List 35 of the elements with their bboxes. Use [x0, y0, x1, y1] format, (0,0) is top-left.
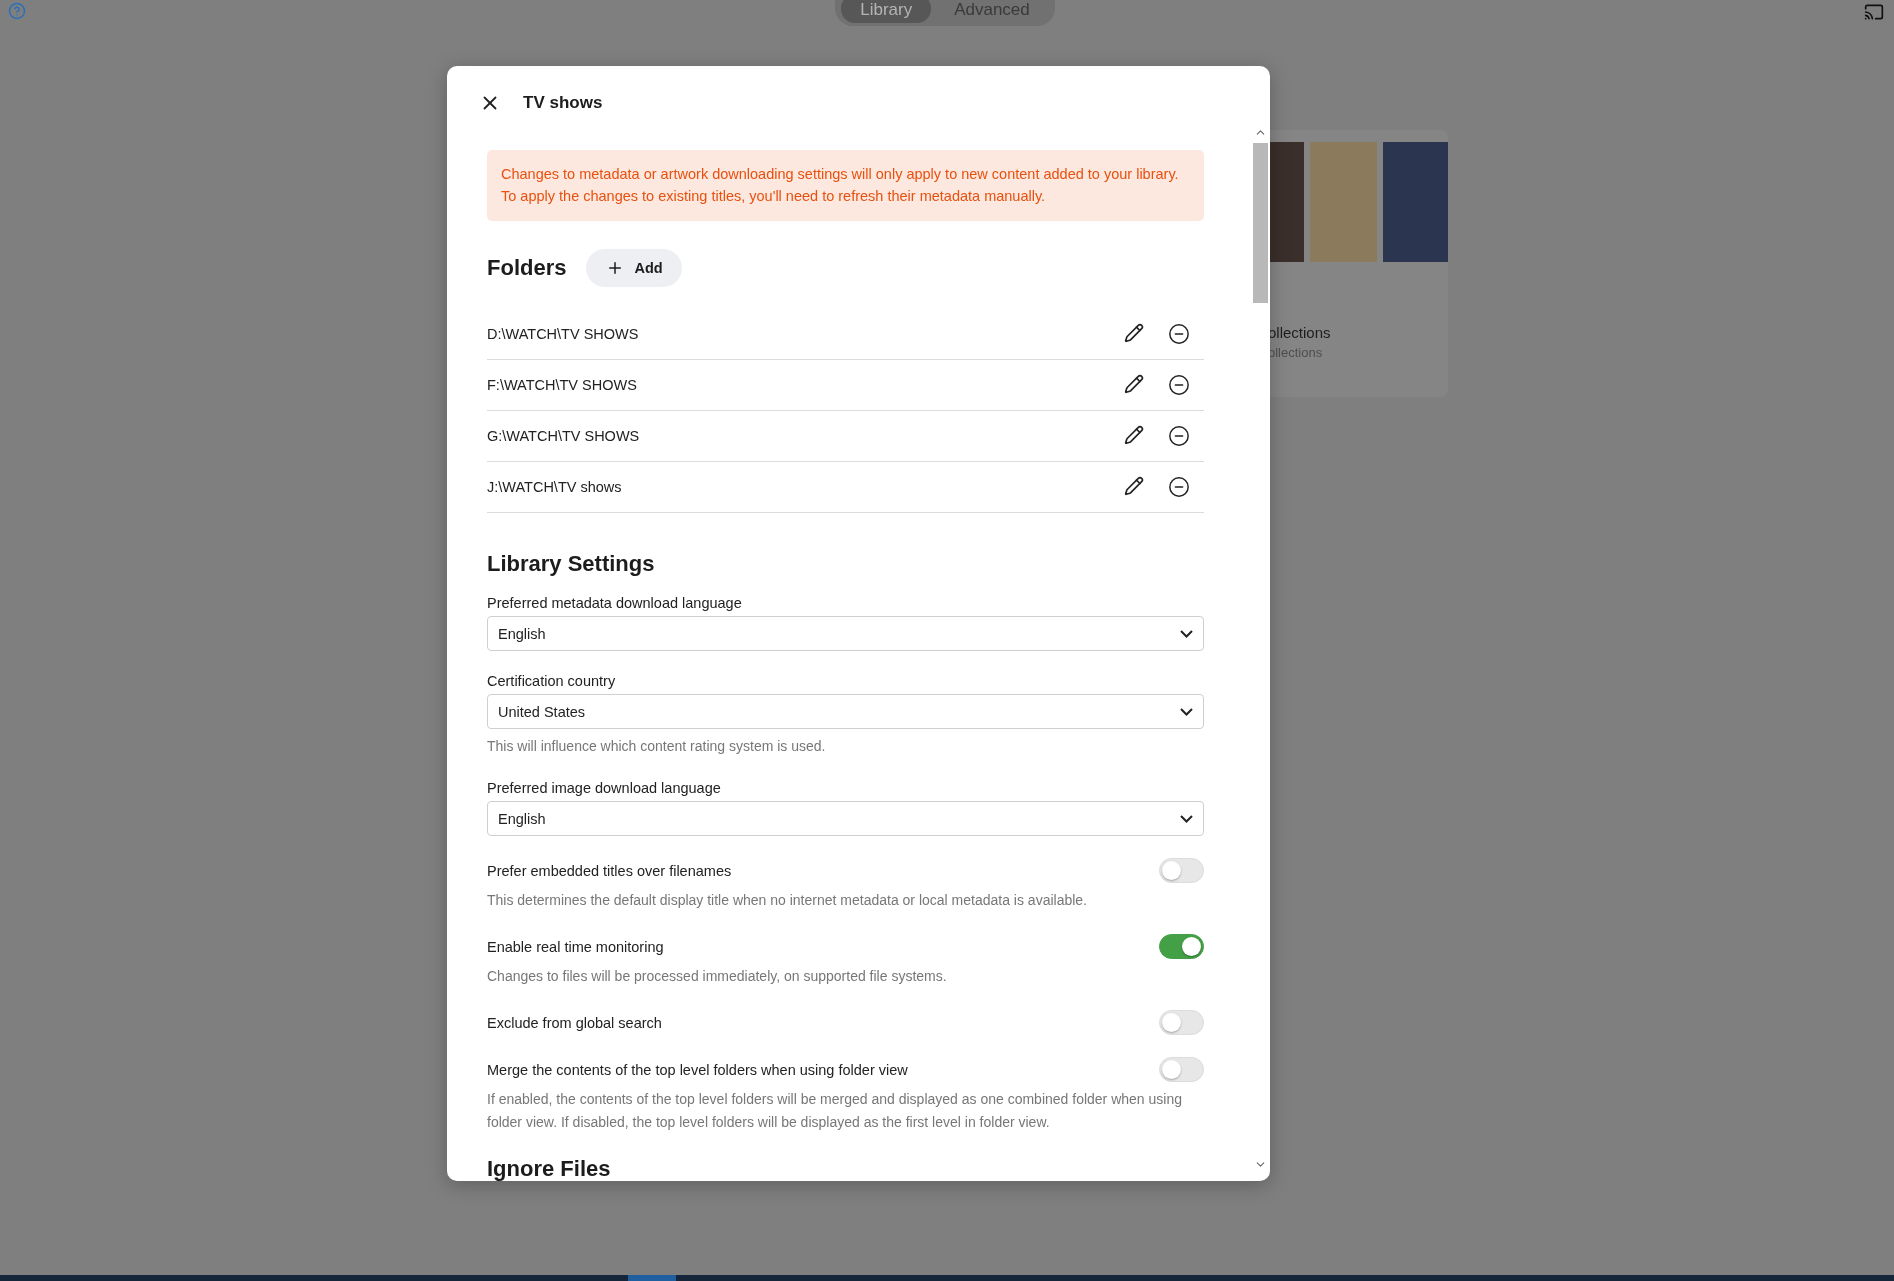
folder-path: F:\WATCH\TV SHOWS [487, 377, 638, 393]
dropdown-field[interactable]: United States [487, 694, 1204, 729]
setting-description: Changes to files will be processed immediately, on supported file systems. [487, 967, 948, 986]
card-title: ollections [1267, 323, 1332, 341]
setting-label: Exclude from global search [487, 1014, 662, 1031]
folder-path: J:\WATCH\TV shows [487, 479, 623, 495]
field-label: Preferred metadata download language [487, 595, 743, 611]
remove-icon[interactable] [1166, 423, 1192, 449]
dialog-title: TV shows [523, 93, 603, 113]
chevron-down-icon [1180, 629, 1193, 638]
chevron-down-icon [1180, 814, 1193, 823]
field-label: Preferred image download language [487, 780, 722, 796]
setting-description: If enabled, the contents of the top level folders will be merged and displayed as one combined folder when using folder view. If disabled, the top level folders will be displayed as the first level in folder view. [487, 1090, 1183, 1132]
section-heading: Folders [487, 255, 567, 281]
setting-label: Prefer embedded titles over filenames [487, 862, 732, 879]
chevron-down-icon [1180, 707, 1193, 716]
view-tab[interactable]: Library [841, 0, 932, 23]
folder-path: D:\WATCH\TV SHOWS [487, 326, 640, 342]
setting-description: This determines the default display title when no internet metadata or local metadata is available. [487, 891, 1088, 910]
setting-label: Enable real time monitoring [487, 938, 664, 955]
remove-icon[interactable] [1166, 321, 1192, 347]
setting-label: Merge the contents of the top level folders when using folder view [487, 1061, 908, 1078]
dropdown-field[interactable]: English [487, 801, 1204, 836]
toggle-switch[interactable] [1159, 934, 1204, 959]
scrollbar-thumb[interactable] [1253, 143, 1268, 303]
folder-path: G:\WATCH\TV SHOWS [487, 428, 641, 444]
field-label: Certification country [487, 673, 617, 689]
dropdown-field[interactable]: English [487, 616, 1204, 651]
remove-icon[interactable] [1166, 474, 1192, 500]
notice-message: Changes to metadata or artwork downloading settings will only apply to new content added to your library. To apply the changes to existing titles, you'll need to refresh their metadata manually. [487, 150, 1204, 221]
field-description: This will influence which content rating system is used. [487, 737, 827, 756]
add-button[interactable]: Add [586, 249, 682, 287]
section-heading: Library Settings [487, 551, 656, 577]
remove-icon[interactable] [1166, 372, 1192, 398]
section-heading: Ignore Files [487, 1156, 612, 1181]
